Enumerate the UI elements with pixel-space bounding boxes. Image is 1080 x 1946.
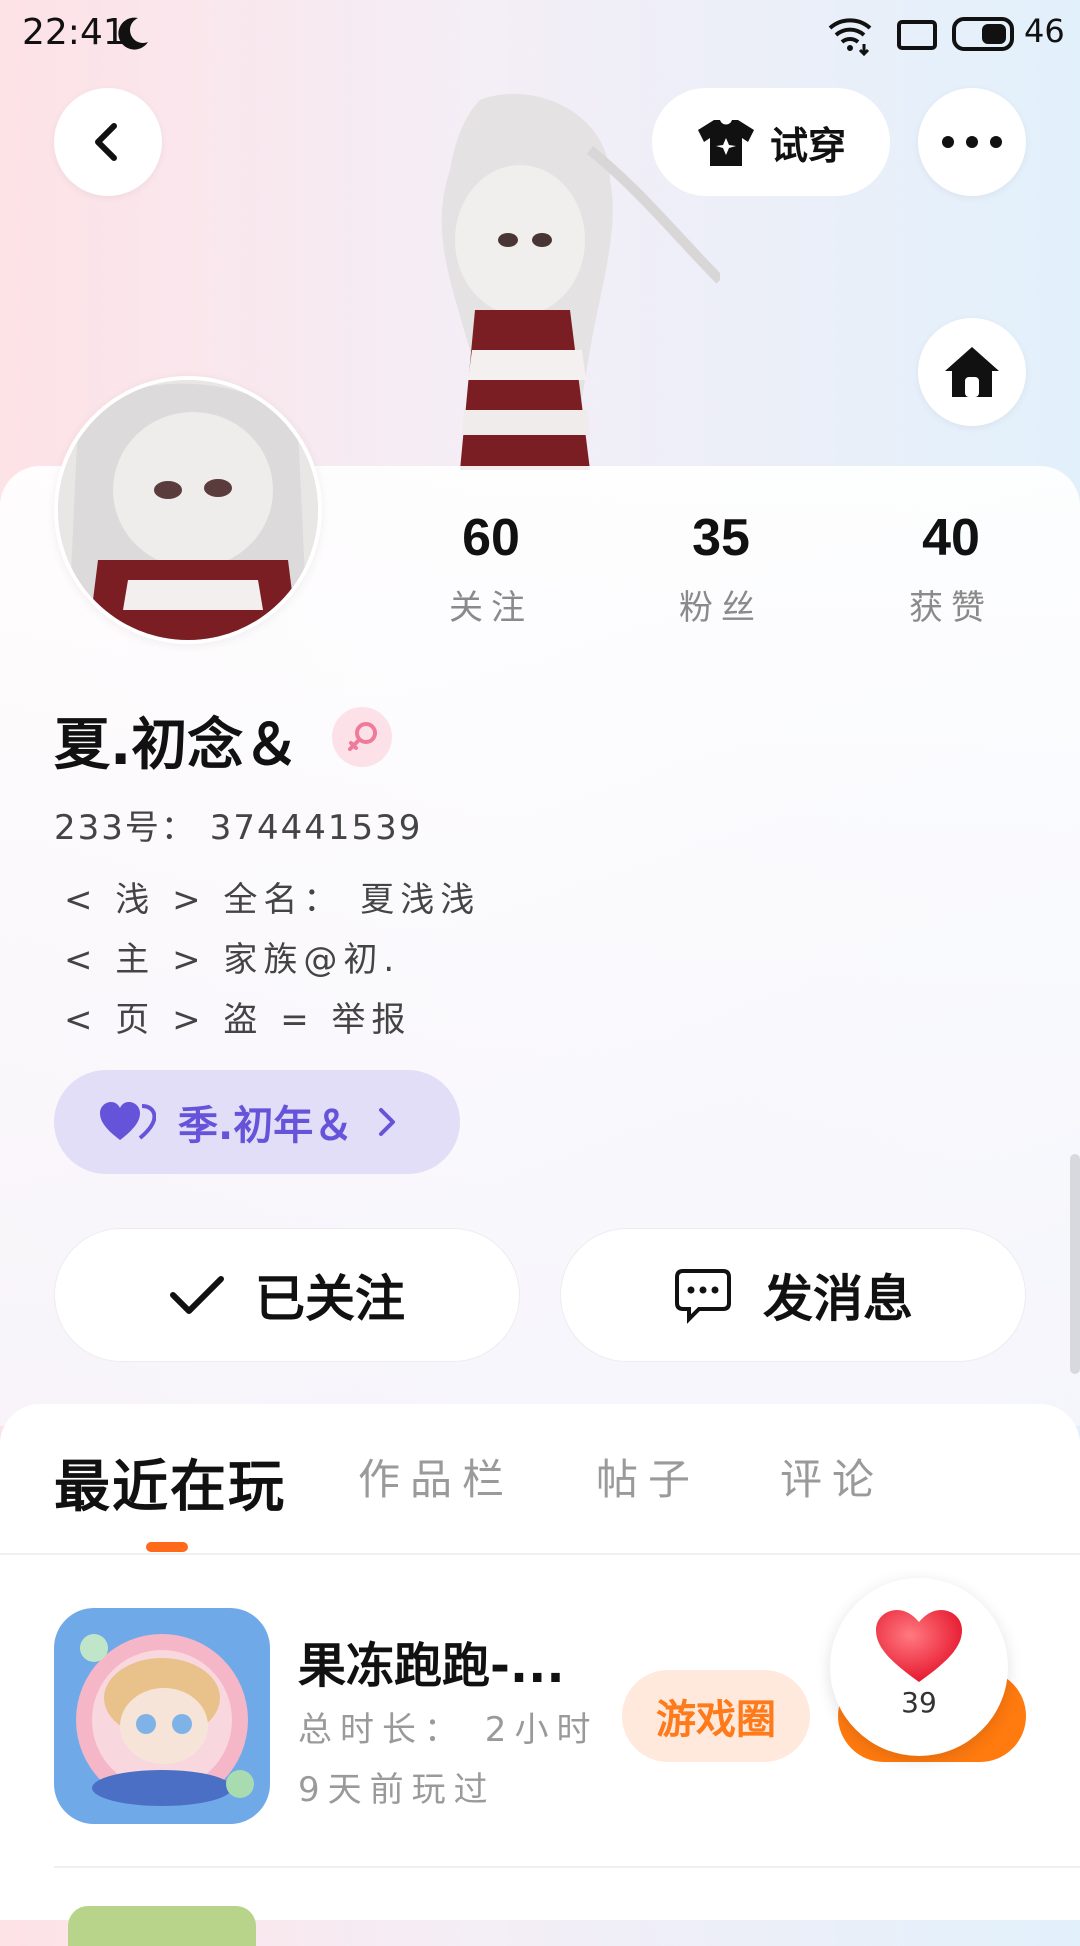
- play-duration: 总时长： 2小时: [298, 1710, 599, 1750]
- tab-works[interactable]: 作品栏: [358, 1446, 514, 1507]
- followers-count: 35: [692, 509, 750, 567]
- game-title[interactable]: 果冻跑跑-...: [298, 1626, 565, 1696]
- divider: [0, 1553, 1080, 1555]
- chevron-right-icon: [379, 1108, 396, 1136]
- back-button[interactable]: [54, 88, 162, 196]
- message-button[interactable]: 发消息: [560, 1228, 1026, 1362]
- family-name: 季.初年＆: [178, 1103, 354, 1149]
- like-count: 39: [901, 1686, 937, 1719]
- bio-line: < 浅 > 全名： 夏浅浅: [64, 880, 481, 920]
- more-dots-icon: [942, 136, 1002, 148]
- moon-icon: [118, 17, 148, 50]
- likes-label: 获赞: [909, 588, 993, 628]
- wifi-icon: [828, 18, 872, 56]
- likes-count: 40: [922, 509, 980, 567]
- shirt-icon: [697, 120, 754, 166]
- scrollbar[interactable]: [1070, 1154, 1080, 1374]
- next-game-icon[interactable]: [68, 1906, 256, 1946]
- more-button[interactable]: [918, 88, 1026, 196]
- following-label: 关注: [449, 588, 533, 628]
- game-icon[interactable]: [54, 1608, 270, 1824]
- last-played: 9天前玩过: [298, 1770, 496, 1810]
- username: 夏.初念＆: [54, 713, 300, 778]
- followed-label: 已关注: [255, 1270, 405, 1328]
- avatar[interactable]: [54, 376, 322, 644]
- sim-icon: [897, 20, 937, 50]
- following-count: 60: [462, 509, 520, 567]
- tab-recently-played[interactable]: 最近在玩: [54, 1442, 286, 1523]
- chevron-left-icon: [95, 123, 117, 161]
- battery-level: 46: [1024, 12, 1065, 50]
- heart-pair-icon: [100, 1102, 156, 1140]
- family-link[interactable]: 季.初年＆: [54, 1070, 460, 1174]
- game-circle-button[interactable]: 游戏圈: [622, 1670, 810, 1762]
- chat-bubble-icon: [675, 1269, 731, 1324]
- female-icon: [332, 707, 392, 767]
- tab-indicator: [146, 1542, 188, 1552]
- followed-button[interactable]: 已关注: [54, 1228, 520, 1362]
- tab-comments[interactable]: 评论: [780, 1446, 884, 1507]
- home-icon: [945, 347, 999, 397]
- try-on-button[interactable]: 试穿: [652, 88, 890, 196]
- check-icon: [170, 1276, 224, 1314]
- home-button[interactable]: [918, 318, 1026, 426]
- bio-line: < 主 > 家族@初.: [64, 940, 401, 980]
- stat-following[interactable]: 60 关注: [406, 512, 576, 629]
- message-label: 发消息: [763, 1270, 913, 1328]
- divider: [54, 1866, 1080, 1868]
- status-bar: 22:41 46: [0, 0, 1080, 70]
- floating-like-button[interactable]: 39: [830, 1578, 1008, 1756]
- battery-icon: [952, 17, 1014, 51]
- bio-line: < 页 > 盗 = 举报: [64, 1000, 412, 1040]
- stat-likes[interactable]: 40 获赞: [866, 512, 1036, 629]
- try-on-label: 试穿: [769, 123, 846, 168]
- tab-posts[interactable]: 帖子: [596, 1446, 700, 1507]
- stat-followers[interactable]: 35 粉丝: [636, 512, 806, 629]
- heart-icon: [876, 1610, 962, 1682]
- avatar-image: [58, 380, 318, 640]
- user-id: 233号： 374441539: [54, 808, 423, 848]
- followers-label: 粉丝: [679, 588, 763, 628]
